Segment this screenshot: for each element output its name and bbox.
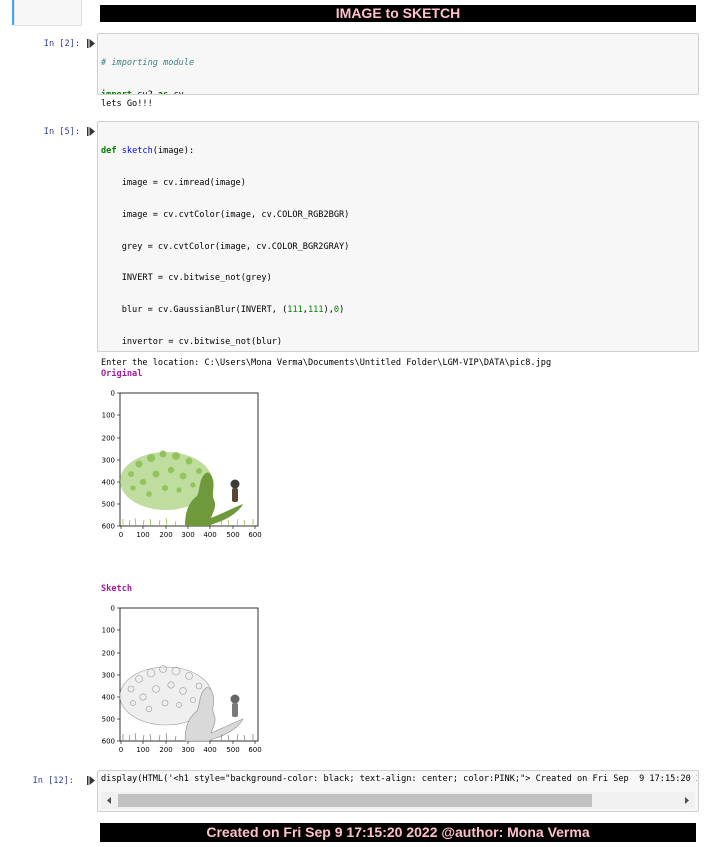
cell-prompt: In [5]:: [43, 127, 80, 137]
y-tick-label: 500: [102, 716, 115, 724]
title-banner: IMAGE to SKETCH: [100, 5, 696, 22]
x-tick-label: 300: [181, 746, 194, 754]
cell-prompt: In [2]:: [43, 39, 80, 49]
horizontal-scrollbar[interactable]: [101, 792, 695, 809]
created-on-banner: Created on Fri Sep 9 17:15:20 2022 @auth…: [100, 823, 696, 842]
x-axis-ticks: [120, 741, 256, 744]
code-line: display(HTML('<h1 style="background-colo…: [101, 774, 697, 784]
x-tick-label: 500: [226, 746, 239, 754]
code-line: invertor = cv.bitwise_not(blur): [101, 336, 283, 347]
x-axis-ticks: [120, 526, 256, 529]
x-tick-label: 200: [159, 531, 172, 539]
y-tick-label: 0: [111, 390, 115, 398]
code-line: image = cv.imread(image): [101, 177, 246, 188]
scroll-right-button[interactable]: [678, 792, 695, 809]
x-tick-label: 0: [119, 746, 123, 754]
y-tick-label: 100: [102, 412, 115, 420]
code-input[interactable]: def sketch(image): image = cv.imread(ima…: [97, 121, 699, 352]
input-echo-text: Enter the location: C:\Users\Mona Verma\…: [101, 358, 552, 368]
original-label: Original: [101, 369, 143, 379]
cell-output-text: lets Go!!!: [101, 99, 153, 109]
figure-body: [232, 488, 238, 502]
code-line: grey = cv.cvtColor(image, cv.COLOR_BGR2G…: [101, 241, 350, 252]
y-tick-label: 300: [102, 457, 115, 465]
run-triangle-icon[interactable]: [87, 39, 95, 48]
code-line: image = cv.cvtColor(image, cv.COLOR_RGB2…: [101, 209, 350, 220]
x-tick-label: 400: [203, 746, 216, 754]
run-triangle-icon[interactable]: [87, 127, 95, 136]
code-input[interactable]: display(HTML('<h1 style="background-colo…: [97, 770, 699, 812]
y-tick-label: 200: [102, 435, 115, 443]
selected-cell-indicator: [12, 0, 14, 25]
code-line: blur = cv.GaussianBlur(INVERT, (111,111)…: [101, 305, 345, 316]
code-line: import cv2 as cv: [101, 89, 184, 95]
code-line: def sketch(image):: [101, 146, 195, 157]
run-triangle-icon[interactable]: [87, 776, 95, 785]
x-tick-label: 200: [159, 746, 172, 754]
arrow-left-icon: [107, 797, 111, 804]
x-tick-label: 300: [181, 531, 194, 539]
sketch-label: Sketch: [101, 584, 133, 594]
original-image-plot: 0 100 200 300 400 500 600 0 100 200 300 …: [102, 390, 262, 540]
x-tick-label: 600: [248, 746, 261, 754]
y-tick-label: 200: [102, 650, 115, 658]
code-line: # importing module: [101, 58, 195, 69]
x-tick-label: 500: [226, 531, 239, 539]
code-input[interactable]: # importing module import cv2 as cv impo…: [97, 33, 699, 95]
code-line: INVERT = cv.bitwise_not(grey): [101, 273, 272, 284]
scroll-thumb[interactable]: [118, 794, 592, 807]
sketch-image-plot: 0 100 200 300 400 500 600 0 100 200 300 …: [102, 605, 262, 755]
y-tick-label: 600: [102, 738, 115, 746]
arrow-right-icon: [685, 797, 689, 804]
scroll-left-button[interactable]: [101, 792, 118, 809]
y-tick-label: 100: [102, 627, 115, 635]
y-tick-label: 300: [102, 672, 115, 680]
prev-cell-fragment: [14, 0, 82, 26]
figure-head: [230, 479, 240, 489]
y-tick-label: 400: [102, 479, 115, 487]
sketch-figure-head: [230, 694, 240, 704]
y-axis-ticks: [117, 392, 120, 527]
cell-prompt: In [12]:: [32, 776, 74, 786]
x-tick-label: 100: [136, 531, 149, 539]
sketch-figure-body: [232, 703, 238, 717]
y-axis-ticks: [117, 607, 120, 742]
y-tick-label: 0: [111, 605, 115, 613]
y-tick-label: 500: [102, 501, 115, 509]
x-tick-label: 600: [248, 531, 261, 539]
x-tick-label: 400: [203, 531, 216, 539]
x-tick-label: 0: [119, 531, 123, 539]
x-tick-label: 100: [136, 746, 149, 754]
y-tick-label: 600: [102, 523, 115, 531]
y-tick-label: 400: [102, 694, 115, 702]
